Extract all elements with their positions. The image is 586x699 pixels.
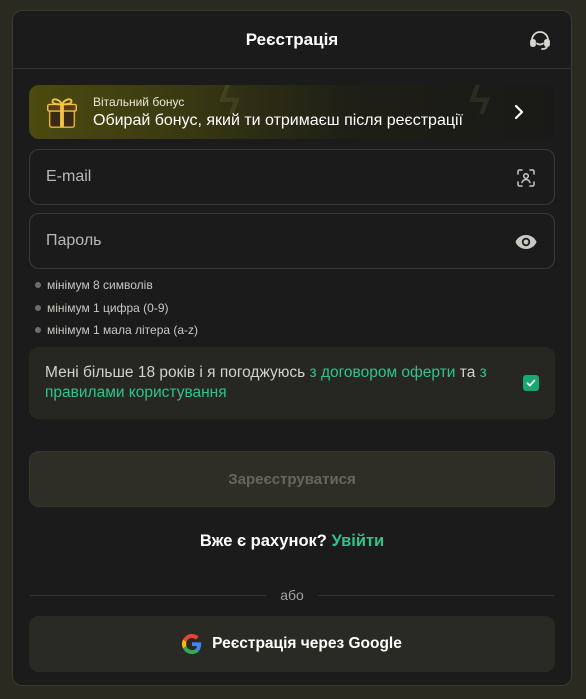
support-button[interactable] xyxy=(527,27,553,53)
bullet-dot xyxy=(35,282,41,288)
login-question: Вже є рахунок? xyxy=(199,532,327,550)
headset-icon xyxy=(530,31,550,50)
toggle-password-visibility[interactable] xyxy=(514,230,538,254)
password-field[interactable] xyxy=(29,213,555,269)
check-icon xyxy=(526,379,536,387)
email-field[interactable] xyxy=(29,149,555,205)
email-scan-button[interactable] xyxy=(514,166,538,190)
offer-agreement-link[interactable]: з договором оферти xyxy=(310,364,456,381)
register-button[interactable]: Зареєструватися xyxy=(29,451,555,507)
scan-face-icon xyxy=(517,169,535,187)
gift-icon xyxy=(47,98,77,128)
agree-checkbox[interactable] xyxy=(523,375,539,391)
google-register-button[interactable]: Реєстрація через Google xyxy=(29,616,555,672)
divider: або xyxy=(29,586,555,604)
bullet-dot xyxy=(35,304,41,311)
login-prompt: Вже є рахунок? Увійти xyxy=(13,532,571,551)
password-rule: мінімум 8 символів xyxy=(35,278,198,301)
password-rule: мінімум 1 цифра (0-9) xyxy=(35,301,198,324)
password-rule: мінімум 1 мала літера (a-z) xyxy=(35,323,198,346)
bonus-text: Обирай бонус, який ти отримаєш після реє… xyxy=(93,112,463,129)
login-link[interactable]: Увійти xyxy=(331,532,384,550)
welcome-bonus-banner[interactable]: ϟ ϟ Вітальний бонус Обирай бонус, який т… xyxy=(29,85,555,139)
modal-header: Реєстрація xyxy=(13,11,571,69)
bolt-decoration: ϟ xyxy=(469,85,491,123)
chevron-right-icon xyxy=(514,104,524,120)
bullet-dot xyxy=(35,327,41,333)
email-input[interactable] xyxy=(30,150,470,204)
page-title: Реєстрація xyxy=(245,29,339,49)
terms-agreement: Мені більше 18 років і я погоджуюсь з до… xyxy=(29,347,555,419)
divider-label: або xyxy=(266,586,318,604)
bonus-label: Вітальний бонус xyxy=(93,95,185,109)
eye-icon xyxy=(515,235,537,249)
registration-modal: Реєстрація ϟ ϟ Вітальний бонус Обирай бо… xyxy=(12,10,572,686)
agreement-text: Мені більше 18 років і я погоджуюсь з до… xyxy=(45,364,487,401)
google-button-label: Реєстрація через Google xyxy=(212,635,402,652)
password-rules: мінімум 8 символів мінімум 1 цифра (0-9)… xyxy=(35,278,198,346)
password-input[interactable] xyxy=(30,214,470,268)
google-icon xyxy=(182,634,202,654)
